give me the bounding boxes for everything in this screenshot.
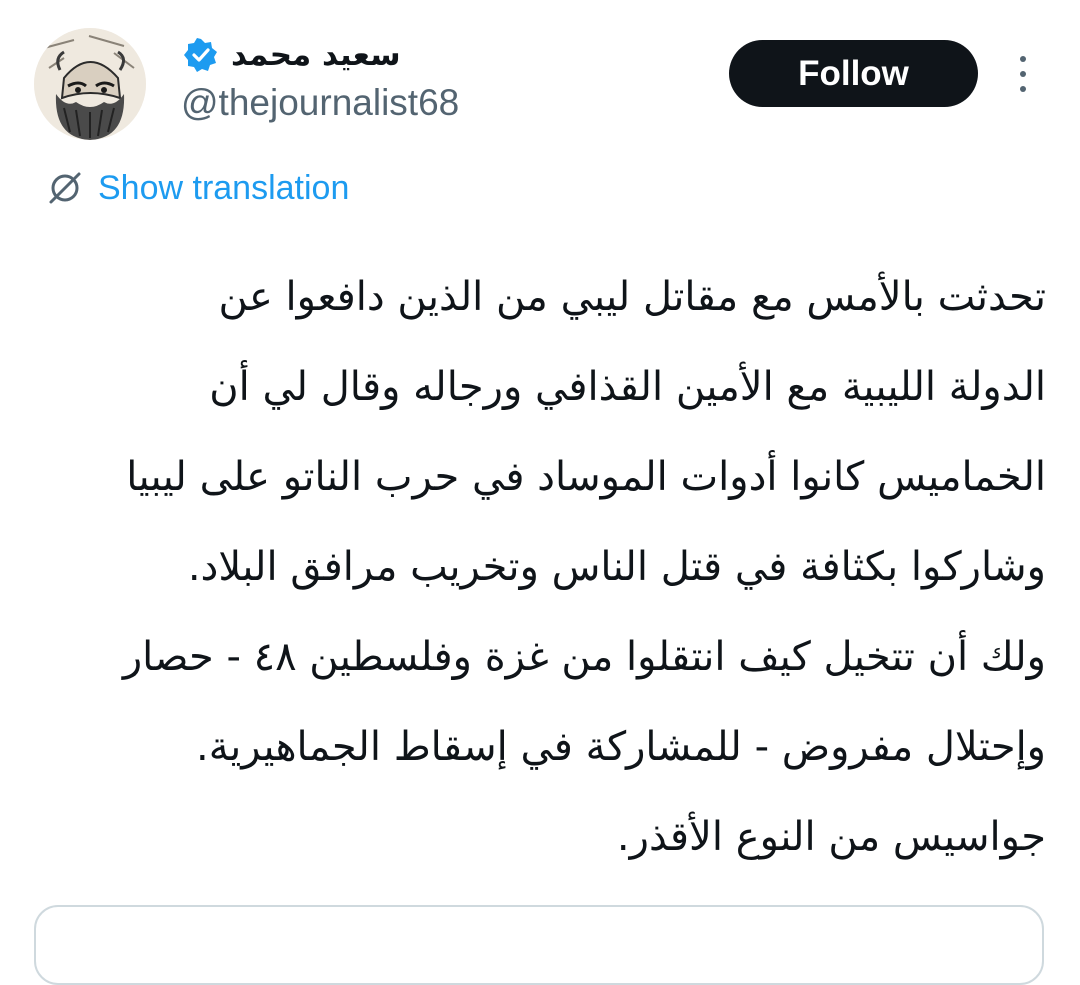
sketched-portrait-avatar-icon	[34, 28, 146, 140]
more-dot	[1020, 56, 1026, 62]
show-translation-link[interactable]: Show translation	[46, 168, 349, 208]
tweet-header: سعيد محمد @thejournalist68 Follow	[0, 0, 1080, 160]
tweet-line: الدولة الليبية مع الأمين القذافي ورجاله …	[209, 364, 1046, 410]
quoted-tweet-card[interactable]	[34, 905, 1044, 985]
display-name[interactable]: سعيد محمد	[231, 37, 401, 73]
more-dot	[1020, 86, 1026, 92]
tweet-text: تحدثت بالأمس مع مقاتل ليبي من الذين دافع…	[30, 252, 1046, 882]
avatar[interactable]	[34, 28, 146, 140]
tweet-line: ولك أن تتخيل كيف انتقلوا من غزة وفلسطين …	[122, 634, 1046, 680]
tweet-line: وإحتلال مفروض - للمشاركة في إسقاط الجماه…	[196, 724, 1046, 770]
user-handle[interactable]: @thejournalist68	[181, 82, 459, 124]
show-translation-label: Show translation	[98, 168, 350, 207]
tweet-line: تحدثت بالأمس مع مقاتل ليبي من الذين دافع…	[218, 274, 1046, 320]
tweet-line: وشاركوا بكثافة في قتل الناس وتخريب مرافق…	[187, 544, 1046, 590]
name-row: سعيد محمد	[183, 35, 401, 75]
more-vertical-icon[interactable]	[1008, 52, 1038, 96]
translate-icon	[46, 169, 84, 207]
verified-badge-icon	[183, 37, 219, 73]
tweet-line: جواسيس من النوع الأقذر.	[616, 814, 1046, 860]
tweet-line: الخماميس كانوا أدوات الموساد في حرب النا…	[126, 454, 1046, 500]
more-dot	[1020, 71, 1026, 77]
follow-button[interactable]: Follow	[729, 40, 978, 107]
